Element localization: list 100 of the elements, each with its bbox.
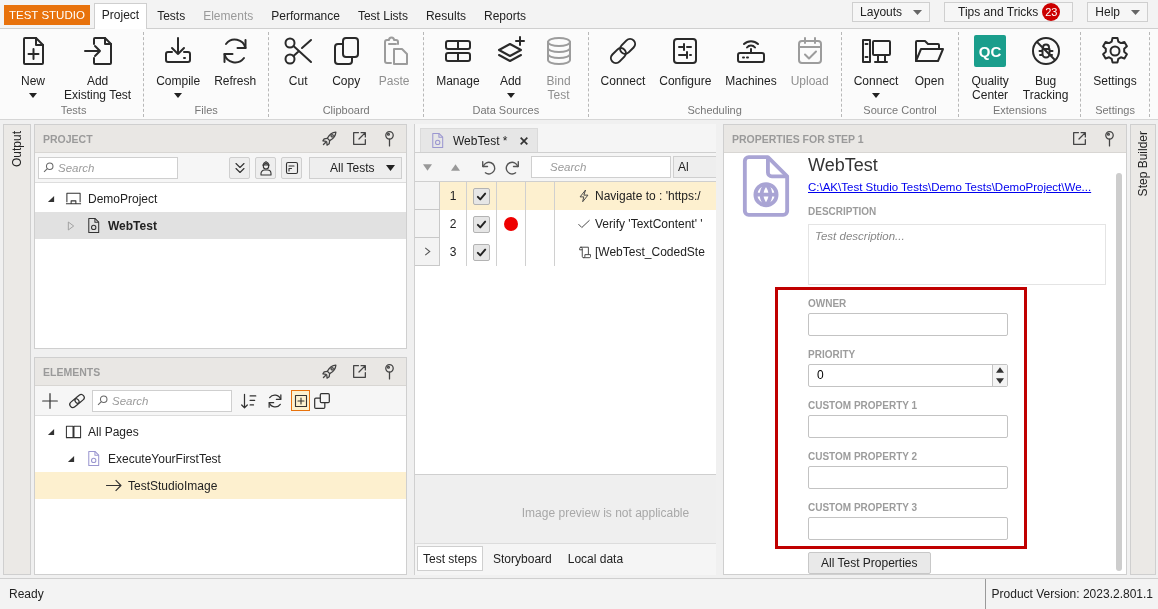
connect-button[interactable]: Connect <box>846 32 906 103</box>
file-path-link[interactable]: C:\AK\Test Studio Tests\Demo Tests\DemoProject\We... <box>808 180 1092 195</box>
breakpoint-dot-icon[interactable] <box>504 217 518 231</box>
settings-button[interactable]: Settings <box>1086 32 1144 103</box>
pop-out-icon[interactable] <box>351 363 368 380</box>
description-field[interactable]: Test description... <box>808 224 1106 285</box>
down-triangle-icon[interactable] <box>423 163 432 171</box>
duplicate-icon[interactable] <box>313 391 331 410</box>
bug-tracking-button[interactable]: Bug Tracking <box>1015 32 1076 103</box>
caret-icon <box>386 164 395 171</box>
tree-item[interactable]: TestStudioImage <box>35 472 406 499</box>
configure-button[interactable]: Configure <box>652 32 719 103</box>
tree-item[interactable]: DemoProject <box>35 185 406 212</box>
tips-button[interactable]: Tips and Tricks 23 <box>944 2 1074 22</box>
tree-item[interactable]: ExecuteYourFirstTest <box>35 445 406 472</box>
step-number: 3 <box>449 245 457 259</box>
side-tab[interactable]: Output <box>10 131 24 168</box>
pop-out-icon[interactable] <box>351 130 368 147</box>
search-field[interactable]: Search <box>38 156 178 179</box>
toggle-button[interactable] <box>291 390 310 411</box>
test-name: WebTest <box>808 154 878 176</box>
menu-tab[interactable]: Performance <box>263 4 348 29</box>
bottom-tab[interactable]: Storyboard <box>487 546 558 571</box>
scrollbar[interactable] <box>1116 173 1122 571</box>
side-tab[interactable]: Step Builder <box>1136 131 1150 197</box>
checkbox[interactable] <box>473 215 490 233</box>
cut-button[interactable]: Cut <box>274 32 323 103</box>
dropdown[interactable]: Help <box>1087 2 1148 22</box>
sort-down-icon[interactable] <box>240 391 258 410</box>
down-triangle-icon <box>996 377 1004 384</box>
rocket-icon[interactable] <box>321 363 338 380</box>
toolbar-button[interactable] <box>255 156 276 179</box>
checkbox[interactable] <box>473 187 490 205</box>
search-icon <box>96 393 109 407</box>
machines-button[interactable]: Machines <box>718 32 784 103</box>
up-triangle-icon[interactable] <box>451 163 460 171</box>
bottom-tab[interactable]: Local data <box>561 546 630 571</box>
filter-dropdown[interactable]: All Tests <box>309 156 402 179</box>
step-description: Verify 'TextContent' ' <box>595 217 703 231</box>
text-field[interactable] <box>808 516 1008 540</box>
toolbar-button[interactable] <box>281 156 302 179</box>
document-tab[interactable]: WebTest * <box>420 128 539 152</box>
refresh-button[interactable]: Refresh <box>207 32 264 103</box>
add-existing-test-button[interactable]: Add Existing Test <box>57 32 139 103</box>
collapse-all-button[interactable] <box>229 156 250 179</box>
text-field[interactable] <box>808 312 1008 336</box>
panel-title: PROPERTIES FOR STEP 1 <box>732 132 864 145</box>
redo-icon[interactable] <box>505 158 522 176</box>
caret-icon <box>1131 9 1140 15</box>
arrow-right-icon <box>105 477 122 494</box>
bottom-tab[interactable]: Test steps <box>417 546 484 571</box>
tree-item[interactable]: All Pages <box>35 418 406 445</box>
lightning-icon <box>577 189 591 203</box>
text-field[interactable] <box>808 414 1008 438</box>
crossed-bug-icon <box>1029 35 1062 67</box>
menu-tab[interactable]: Results <box>417 4 474 29</box>
step-row[interactable]: 2 Verify 'TextContent' ' <box>415 210 716 238</box>
step-description: [WebTest_CodedSte <box>595 245 705 259</box>
rocket-icon[interactable] <box>321 130 338 147</box>
refresh-icon[interactable] <box>266 391 284 410</box>
connect-button[interactable]: Connect <box>593 32 653 103</box>
expanded-triangle-icon[interactable] <box>67 454 75 463</box>
checkbox[interactable] <box>473 243 490 261</box>
step-row[interactable]: 3 [WebTest_CodedSte <box>415 238 716 266</box>
close-icon[interactable] <box>519 135 530 146</box>
menu-tab[interactable]: Test Lists <box>349 4 416 29</box>
all-test-properties-button[interactable]: All Test Properties <box>808 551 931 574</box>
status-text: Ready <box>8 587 44 601</box>
plus-icon[interactable] <box>41 391 59 410</box>
number-field[interactable]: 0 <box>808 363 1008 387</box>
up-triangle-icon <box>996 367 1004 374</box>
expanded-triangle-icon[interactable] <box>47 427 55 436</box>
document-icon <box>85 217 102 234</box>
compile-button[interactable]: Compile <box>149 32 208 103</box>
scroll-icon <box>577 245 591 259</box>
field-label: CUSTOM PROPERTY 1 <box>808 399 919 412</box>
undo-icon[interactable] <box>479 158 496 176</box>
step-row[interactable]: 1 Navigate to : 'https:/ <box>415 182 716 210</box>
expanded-triangle-icon[interactable] <box>47 194 55 203</box>
group-label: Settings <box>1094 103 1136 117</box>
search-field[interactable]: Search <box>92 389 232 412</box>
search-field[interactable]: Search <box>531 156 671 178</box>
menu-tab[interactable]: Tests <box>149 4 194 29</box>
dropdown[interactable]: Layouts <box>852 2 931 22</box>
panel-title: ELEMENTS <box>43 365 101 378</box>
field-label: DESCRIPTION <box>808 206 877 218</box>
decrement-button[interactable] <box>993 375 1007 386</box>
menu-tab[interactable]: Reports <box>475 4 534 29</box>
chain-link-icon[interactable] <box>68 391 86 410</box>
add-data-source-button[interactable]: Add <box>486 32 535 103</box>
menu-tab[interactable]: Project <box>93 3 148 29</box>
copy-button[interactable]: Copy <box>322 32 371 103</box>
open-button[interactable]: Open <box>905 32 954 103</box>
new-button[interactable]: New <box>9 32 57 103</box>
pop-out-icon[interactable] <box>1071 130 1088 147</box>
text-field[interactable] <box>808 465 1008 489</box>
quality-center-button[interactable]: QC Quality Center <box>964 32 1016 103</box>
tree-item[interactable]: WebTest <box>35 212 406 239</box>
filter-button[interactable]: Al <box>673 156 716 178</box>
manage-button[interactable]: Manage <box>429 32 487 103</box>
